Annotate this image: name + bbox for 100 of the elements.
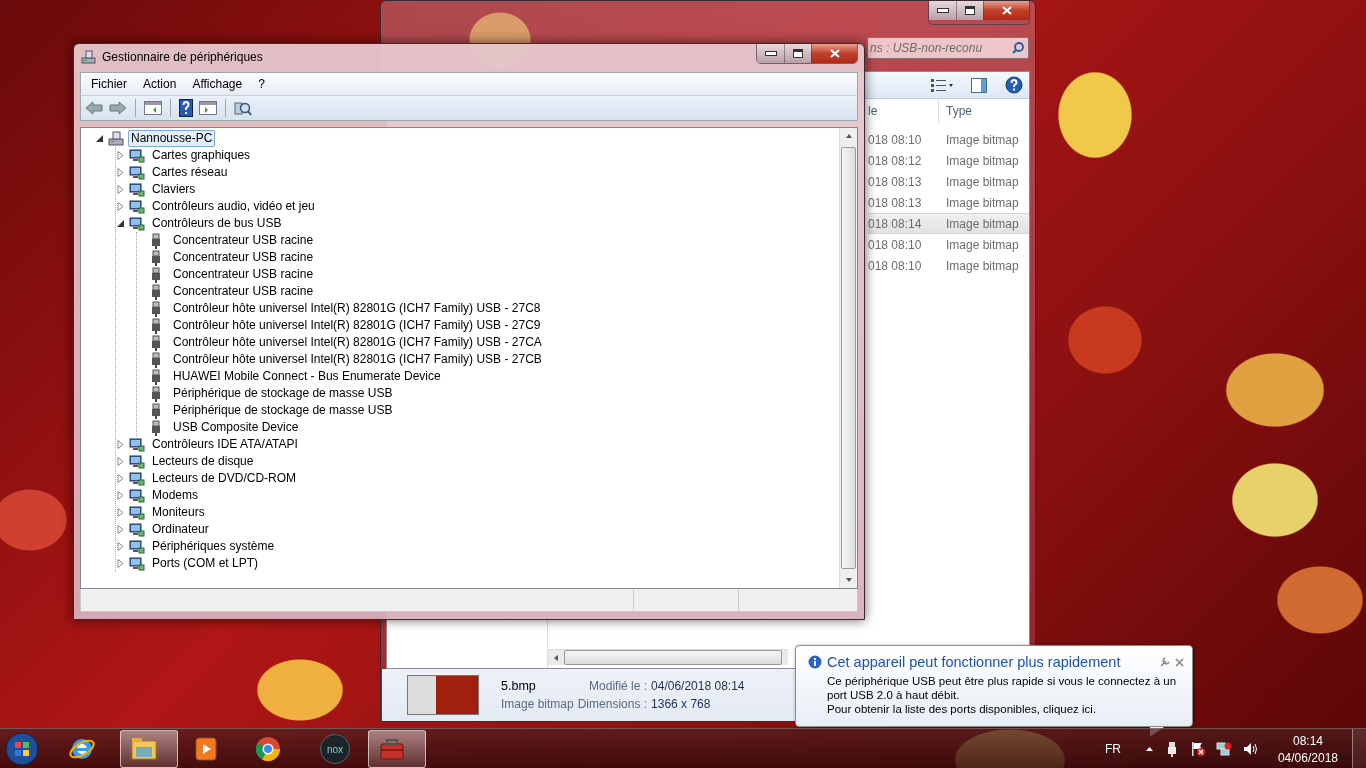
tree-item[interactable]: Concentrateur USB racine: [170, 249, 317, 266]
help-icon[interactable]: [179, 99, 193, 117]
vertical-scrollbar[interactable]: [839, 128, 857, 588]
date-cell-text: 018 08:13: [868, 195, 923, 210]
action-pane-icon[interactable]: [199, 101, 217, 115]
device-icon: [129, 521, 145, 538]
close-button[interactable]: [983, 1, 1029, 20]
tree-item[interactable]: Ports (COM et LPT): [149, 555, 261, 572]
expand-arrow-icon[interactable]: [116, 491, 125, 500]
collapse-arrow-icon[interactable]: [95, 134, 104, 143]
expand-arrow-icon[interactable]: [116, 202, 125, 211]
type-cell: Image bitmap: [946, 195, 1019, 210]
scroll-down-icon[interactable]: [844, 576, 853, 584]
column-header[interactable]: le: [868, 99, 939, 123]
help-icon[interactable]: [1005, 76, 1023, 94]
forward-arrow-icon[interactable]: [109, 101, 127, 115]
tree-item[interactable]: Périphérique de stockage de masse USB: [170, 402, 396, 419]
speaker-icon[interactable]: [1241, 741, 1258, 757]
taskbar-app-button[interactable]: [120, 730, 178, 768]
view-list-icon[interactable]: [931, 78, 953, 92]
type-cell: Image bitmap: [946, 237, 1019, 252]
show-hidden-icons-icon[interactable]: [1144, 746, 1154, 752]
expand-arrow-icon[interactable]: [116, 457, 125, 466]
show-desktop-button[interactable]: [1352, 729, 1366, 768]
tree-item[interactable]: Périphériques système: [149, 538, 278, 555]
tree-item[interactable]: Ordinateur: [149, 521, 212, 538]
maximize-button[interactable]: [784, 44, 811, 63]
file-row[interactable]: 018 08:13 Image bitmap: [868, 171, 1029, 192]
tree-item[interactable]: Lecteurs de DVD/CD-ROM: [149, 470, 300, 487]
expand-arrow-icon[interactable]: [116, 508, 125, 517]
maximize-button[interactable]: [956, 1, 983, 20]
expand-arrow-icon[interactable]: [116, 440, 125, 449]
date-cell-text: 018 08:14: [868, 216, 923, 231]
tree-item[interactable]: Concentrateur USB racine: [170, 266, 317, 283]
wrench-icon[interactable]: [1160, 657, 1170, 667]
scroll-up-icon[interactable]: [844, 132, 853, 140]
tree-item[interactable]: Cartes réseau: [149, 164, 231, 181]
tree-item[interactable]: Périphérique de stockage de masse USB: [170, 385, 396, 402]
file-row[interactable]: 018 08:14 Image bitmap: [868, 213, 1029, 234]
tree-item[interactable]: Lecteurs de disque: [149, 453, 257, 470]
collapse-arrow-icon[interactable]: [116, 219, 125, 228]
tree-item[interactable]: Contrôleur hôte universel Intel(R) 82801G (ICH7 Family) USB - 27C8: [170, 300, 544, 317]
minimize-button[interactable]: [757, 44, 784, 63]
column-header[interactable]: Type: [939, 99, 972, 123]
tree-item[interactable]: Contrôleur hôte universel Intel(R) 82801G (ICH7 Family) USB - 27CA: [170, 334, 545, 351]
preview-pane-icon[interactable]: [971, 77, 987, 93]
window-title: Gestionnaire de périphériques: [102, 50, 264, 64]
menu-item[interactable]: ?: [258, 77, 265, 91]
close-button[interactable]: [811, 44, 857, 63]
close-icon[interactable]: [1175, 657, 1184, 667]
tree-item[interactable]: Modems: [149, 487, 201, 504]
tree-item[interactable]: HUAWEI Mobile Connect - Bus Enumerate Device: [170, 368, 444, 385]
tree-item[interactable]: Concentrateur USB racine: [170, 283, 317, 300]
expand-arrow-icon[interactable]: [116, 168, 125, 177]
expand-arrow-icon[interactable]: [116, 542, 125, 551]
tree-item[interactable]: Nannousse-PC: [128, 130, 216, 147]
notification-text: Pour obtenir la liste des ports disponibles, cliquez ici.: [827, 702, 1098, 716]
menu-item[interactable]: Affichage: [192, 77, 243, 91]
tree-item[interactable]: Concentrateur USB racine: [170, 232, 317, 249]
file-row[interactable]: 018 08:13 Image bitmap: [868, 192, 1029, 213]
tree-item[interactable]: Contrôleurs IDE ATA/ATAPI: [149, 436, 301, 453]
file-row[interactable]: 018 08:10 Image bitmap: [868, 234, 1029, 255]
scan-hardware-icon[interactable]: [234, 100, 252, 116]
tree-item[interactable]: Cartes graphiques: [149, 147, 254, 164]
expand-arrow-icon[interactable]: [116, 559, 125, 568]
network-icon[interactable]: [1215, 741, 1232, 757]
device-icon: [129, 198, 145, 215]
expand-arrow-icon[interactable]: [116, 525, 125, 534]
tree-item[interactable]: Contrôleurs audio, vidéo et jeu: [149, 198, 318, 215]
menu-item[interactable]: Fichier: [91, 77, 127, 91]
back-arrow-icon[interactable]: [85, 101, 103, 115]
tree-item[interactable]: Contrôleurs de bus USB: [149, 215, 285, 232]
file-row[interactable]: 018 08:10 Image bitmap: [868, 255, 1029, 276]
info-icon: [808, 655, 822, 669]
scroll-left-icon[interactable]: [552, 653, 560, 662]
taskbar-app-button[interactable]: [368, 730, 426, 768]
tree-item[interactable]: Claviers: [149, 181, 199, 198]
scroll-thumb[interactable]: [841, 147, 856, 569]
console-tree-icon[interactable]: [144, 101, 162, 115]
expand-arrow-icon[interactable]: [116, 151, 125, 160]
clock-time: 08:14: [1292, 733, 1323, 748]
minimize-button[interactable]: [929, 1, 956, 20]
tree-item[interactable]: USB Composite Device: [170, 419, 302, 436]
tree-item[interactable]: Moniteurs: [149, 504, 208, 521]
notification-balloon[interactable]: Cet appareil peut fonctionner plus rapidement Ce périphérique USB peut être plus rapide si vous le connectez à un port USB 2.0 à haut débit. Pour obtenir la liste des ports disponibles, cliquez ici.: [795, 645, 1193, 727]
taskbar-app-button[interactable]: nox: [306, 730, 364, 768]
tree-item[interactable]: Contrôleur hôte universel Intel(R) 82801G (ICH7 Family) USB - 27CB: [170, 351, 545, 368]
expand-arrow-icon[interactable]: [116, 185, 125, 194]
search-field[interactable]: ns : USB-non-reconu: [867, 37, 1029, 59]
file-row[interactable]: 018 08:10 Image bitmap: [868, 129, 1029, 150]
file-row[interactable]: 018 08:12 Image bitmap: [868, 150, 1029, 171]
clock[interactable]: 08:14 04/06/2018: [1277, 733, 1338, 765]
type-cell: Image bitmap: [946, 132, 1019, 147]
date-cell-text: 018 08:10: [868, 258, 923, 273]
language-indicator[interactable]: FR: [1104, 742, 1121, 756]
flag-icon[interactable]: [1189, 741, 1206, 757]
expand-arrow-icon[interactable]: [116, 474, 125, 483]
menu-item[interactable]: Action: [143, 77, 177, 91]
close-icon: [829, 49, 840, 58]
tree-item[interactable]: Contrôleur hôte universel Intel(R) 82801G (ICH7 Family) USB - 27C9: [170, 317, 544, 334]
